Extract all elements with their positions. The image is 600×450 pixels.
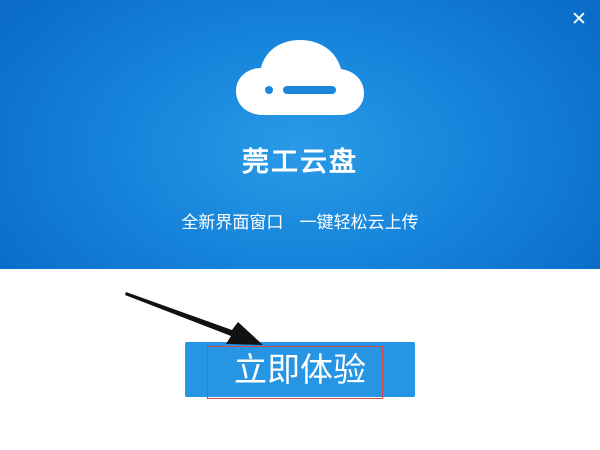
try-now-button[interactable]: 立即体验	[185, 342, 415, 397]
close-icon[interactable]: ✕	[571, 8, 587, 30]
header-banner: ✕ 莞工云盘 全新界面窗口 一键轻松云上传	[0, 0, 600, 269]
app-subtitle: 全新界面窗口 一键轻松云上传	[181, 213, 419, 233]
app-window: ✕ 莞工云盘 全新界面窗口 一键轻松云上传 立即体验	[0, 0, 600, 450]
close-button[interactable]: ✕	[569, 9, 589, 29]
app-title: 莞工云盘	[242, 147, 358, 178]
cloud-icon	[236, 40, 364, 115]
